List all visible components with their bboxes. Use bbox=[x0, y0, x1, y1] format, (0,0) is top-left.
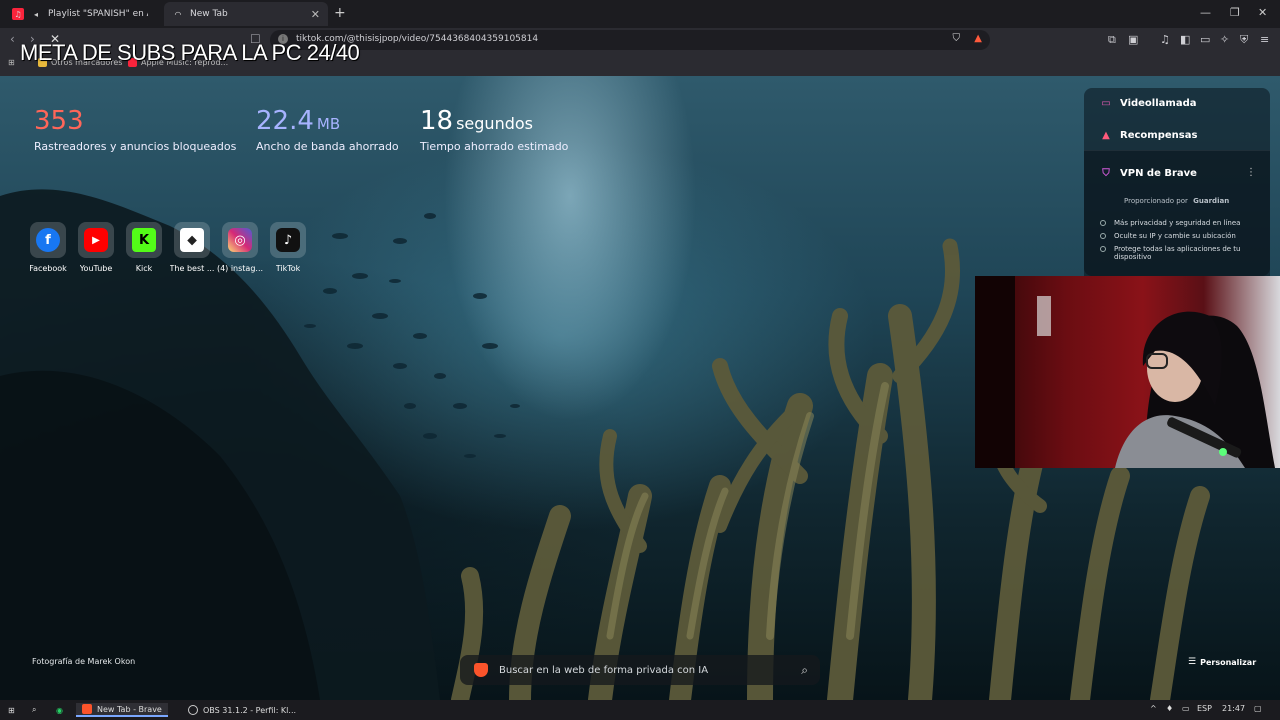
vpn-widget[interactable]: ⛉ VPN de Brave ⋮ Proporcionado por Guard… bbox=[1084, 150, 1270, 276]
trackers-count: 353 bbox=[34, 106, 84, 136]
close-tab-icon[interactable]: ✕ bbox=[311, 8, 320, 21]
search-placeholder: Buscar en la web de forma privada con IA bbox=[499, 664, 709, 676]
new-tab-button[interactable]: + bbox=[334, 5, 346, 21]
apps-grid-icon[interactable]: ⊞ bbox=[8, 58, 15, 67]
search-box[interactable]: Buscar en la web de forma privada con IA… bbox=[460, 655, 820, 685]
sliders-icon: ☰ bbox=[1188, 657, 1197, 667]
tab-apple-music[interactable]: ♫ ◂ Playlist "SPANISH" en Apple Mu bbox=[4, 2, 156, 26]
tab-strip: ♫ ◂ Playlist "SPANISH" en Apple Mu ◠ New… bbox=[0, 0, 1280, 28]
taskbar-app-brave[interactable]: New Tab - Brave bbox=[76, 703, 168, 717]
trackers-label: Rastreadores y anuncios bloqueados bbox=[34, 140, 237, 153]
wallet-card-icon[interactable]: ▭ bbox=[1200, 33, 1210, 46]
top-site-label: Facebook bbox=[29, 264, 67, 273]
stream-overlay-goal-text: META DE SUBS PARA LA PC 24/40 bbox=[20, 40, 360, 65]
top-site-label: YouTube bbox=[79, 264, 113, 273]
sidebar-icon[interactable]: ◧ bbox=[1180, 33, 1190, 46]
top-site-youtube[interactable]: ▶ YouTube bbox=[72, 222, 120, 273]
time-value: 18 bbox=[420, 106, 454, 136]
vpn-icon[interactable]: ⛨ bbox=[1240, 33, 1248, 47]
webcam-person-illustration bbox=[975, 276, 1275, 468]
webcam-overlay bbox=[975, 276, 1280, 468]
search-icon[interactable]: ⌕ bbox=[32, 703, 36, 717]
top-site-label: Kick bbox=[135, 264, 153, 273]
stat-time: 18 segundos Tiempo ahorrado estimado bbox=[420, 106, 568, 153]
guardian-logo: Guardian bbox=[1193, 197, 1230, 205]
vpn-powered-by: Proporcionado por Guardian bbox=[1124, 197, 1230, 205]
photo-credit[interactable]: Fotografía de Marek Okon bbox=[32, 657, 135, 666]
bandwidth-label: Ancho de banda ahorrado bbox=[256, 140, 399, 153]
clock[interactable]: 21:47 bbox=[1222, 704, 1245, 713]
minimize-icon[interactable]: — bbox=[1200, 6, 1211, 19]
time-label: Tiempo ahorrado estimado bbox=[420, 140, 569, 153]
rewards-triangle-icon: ▲ bbox=[1102, 129, 1110, 141]
network-icon[interactable]: ▭ bbox=[1182, 704, 1190, 713]
video-camera-icon: ▭ bbox=[1101, 97, 1111, 109]
vpn-title: ⛉ VPN de Brave bbox=[1100, 167, 1197, 179]
loading-spinner-icon: ◠ bbox=[174, 9, 182, 19]
vpn-feature: Oculte su IP y cambie su ubicación bbox=[1100, 232, 1260, 240]
shield-icon: ⛉ bbox=[1102, 167, 1110, 179]
brave-rewards-icon[interactable]: ▲ bbox=[974, 33, 982, 44]
top-site-label: (4) instag... bbox=[216, 264, 264, 273]
start-icon[interactable]: ⊞ bbox=[8, 703, 15, 717]
notifications-icon[interactable]: ▢ bbox=[1254, 704, 1262, 713]
top-sites: f Facebook ▶ YouTube K Kick ⬥ The best .… bbox=[24, 222, 312, 273]
brave-shields-icon[interactable]: ⛉ bbox=[953, 33, 961, 44]
bandwidth-value: 22.4 bbox=[256, 106, 314, 136]
kick-icon: K bbox=[132, 228, 156, 252]
address-bar[interactable]: i tiktok.com/@thisisjpop/video/754436840… bbox=[270, 30, 990, 50]
restore-icon[interactable]: ❐ bbox=[1230, 6, 1240, 19]
stat-trackers: 353 Rastreadores y anuncios bloqueados bbox=[34, 106, 236, 153]
top-site-facebook[interactable]: f Facebook bbox=[24, 222, 72, 273]
taskbar-app-obs[interactable]: OBS 31.1.2 - Perfil: Kl... bbox=[182, 703, 302, 717]
top-site-kick[interactable]: K Kick bbox=[120, 222, 168, 273]
brave-widgets-panel: ▭ Videollamada ▲ Recompensas ⛉ VPN de Br… bbox=[1084, 88, 1270, 276]
close-window-icon[interactable]: ✕ bbox=[1258, 6, 1267, 19]
check-circle-icon bbox=[1100, 220, 1106, 226]
more-options-icon[interactable]: ⋮ bbox=[1246, 167, 1256, 178]
top-site-the-best[interactable]: ⬥ The best ... bbox=[168, 222, 216, 273]
stat-bandwidth: 22.4 MB Ancho de banda ahorrado bbox=[256, 106, 399, 153]
dice-icon: ⬥ bbox=[180, 228, 204, 252]
top-site-label: TikTok bbox=[275, 264, 301, 273]
tab-title: Playlist "SPANISH" en Apple Mu bbox=[48, 9, 148, 19]
brave-lion-icon bbox=[474, 663, 488, 677]
obs-icon bbox=[188, 705, 198, 715]
whatsapp-icon[interactable]: ◉ bbox=[56, 703, 63, 717]
vpn-feature: Más privacidad y seguridad en línea bbox=[1100, 219, 1260, 227]
instagram-icon: ◎ bbox=[228, 228, 252, 252]
top-site-instagram[interactable]: ◎ (4) instag... bbox=[216, 222, 264, 273]
tiktok-icon: ♪ bbox=[276, 228, 300, 252]
top-site-label: The best ... bbox=[169, 264, 215, 273]
extensions-icon[interactable]: ⧉ bbox=[1108, 33, 1116, 47]
check-circle-icon bbox=[1100, 233, 1106, 239]
leo-ai-icon[interactable]: ✧ bbox=[1220, 33, 1229, 46]
vpn-feature: Protege todas las aplicaciones de tu dis… bbox=[1100, 245, 1260, 261]
language-indicator[interactable]: ESP bbox=[1197, 704, 1212, 713]
brave-icon bbox=[82, 704, 92, 714]
rewards-widget[interactable]: ▲ Recompensas bbox=[1100, 129, 1197, 141]
personalize-button[interactable]: ☰ Personalizar bbox=[1188, 657, 1256, 667]
chevron-up-icon[interactable]: ^ bbox=[1150, 704, 1157, 713]
top-site-tiktok[interactable]: ♪ TikTok bbox=[264, 222, 312, 273]
media-icon[interactable]: ♫ bbox=[1160, 33, 1170, 46]
wallet-icon[interactable]: ▣ bbox=[1128, 33, 1138, 46]
bandwidth-unit: MB bbox=[316, 115, 341, 133]
time-unit: segundos bbox=[456, 114, 533, 133]
menu-icon[interactable]: ≡ bbox=[1260, 33, 1269, 46]
youtube-icon: ▶ bbox=[84, 228, 108, 252]
back-icon[interactable]: ‹ bbox=[10, 32, 15, 46]
tab-title: New Tab bbox=[190, 9, 228, 19]
video-call-widget[interactable]: ▭ Videollamada bbox=[1100, 97, 1196, 109]
search-icon[interactable]: ⌕ bbox=[801, 663, 808, 678]
apple-music-icon: ♫ bbox=[12, 8, 24, 20]
microphone-icon[interactable]: ♦ bbox=[1166, 704, 1173, 713]
speaker-icon[interactable]: ◂ bbox=[30, 8, 42, 20]
check-circle-icon bbox=[1100, 246, 1106, 252]
windows-taskbar: ⊞ ⌕ ◉ New Tab - Brave OBS 31.1.2 - Perfi… bbox=[0, 700, 1280, 720]
tab-new-tab[interactable]: ◠ New Tab ✕ bbox=[164, 2, 328, 26]
facebook-icon: f bbox=[36, 228, 60, 252]
